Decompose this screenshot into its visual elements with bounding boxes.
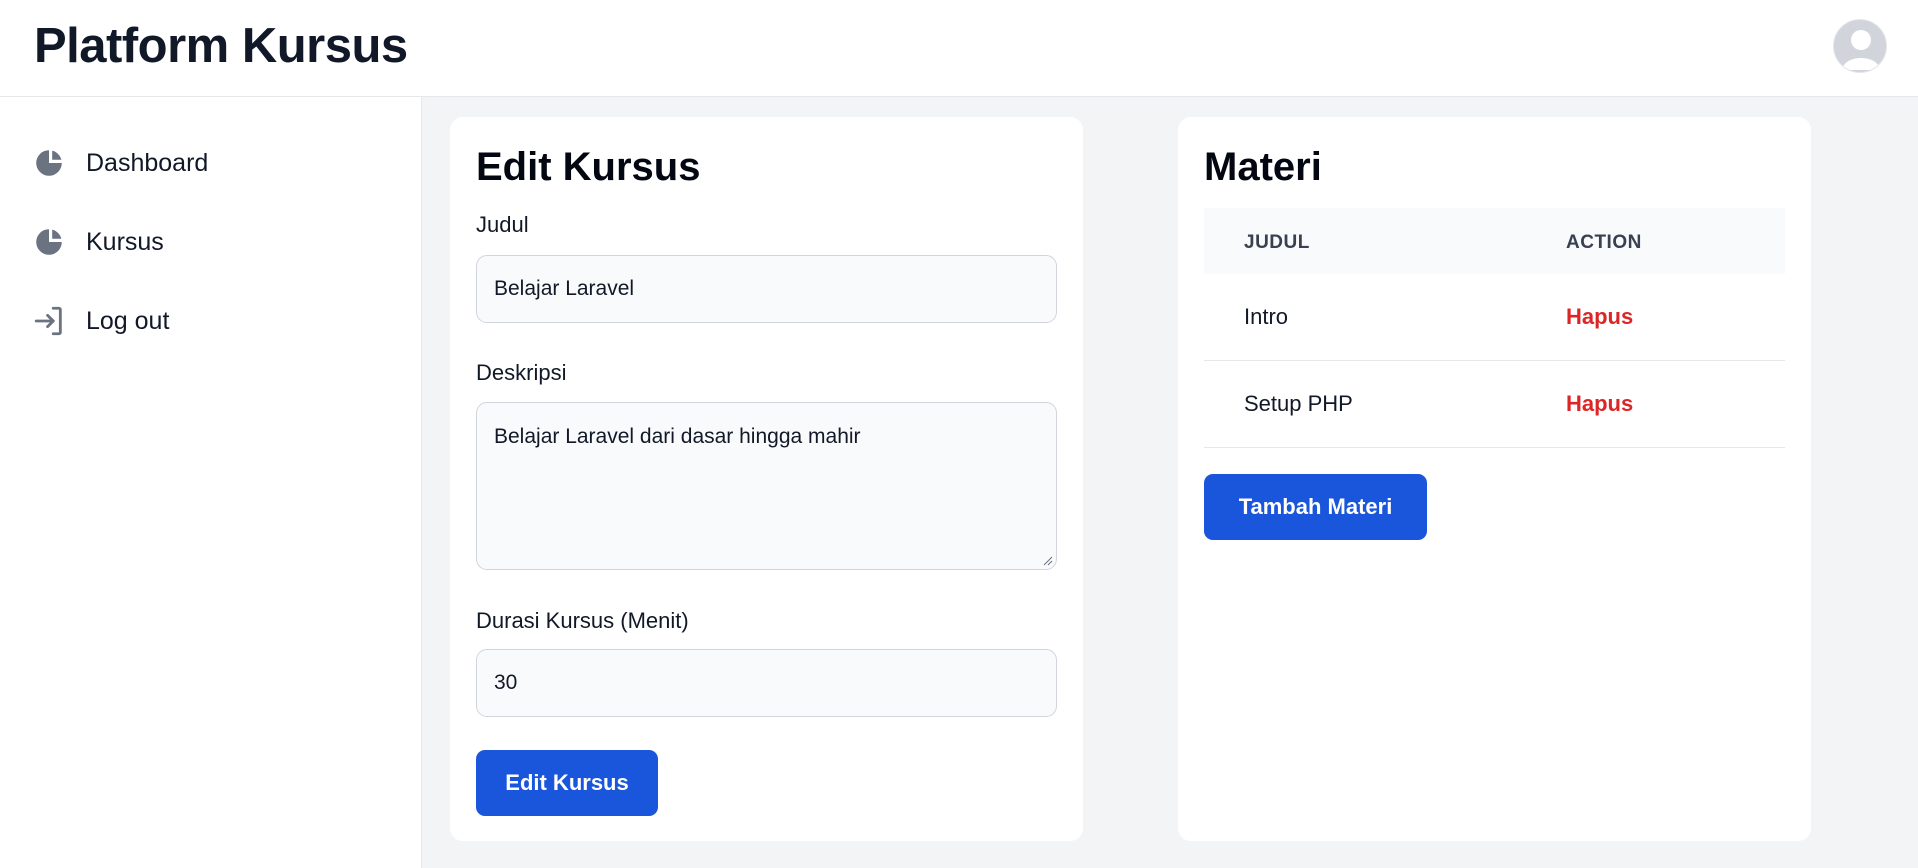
sidebar-item-dashboard[interactable]: Dashboard	[32, 141, 392, 185]
table-row: Setup PHP Hapus	[1204, 361, 1785, 448]
edit-course-card: Edit Kursus Judul Belajar Laravel Deskri…	[450, 117, 1083, 841]
materi-table-header: JUDUL ACTION	[1204, 208, 1785, 274]
column-header-judul: JUDUL	[1244, 232, 1310, 253]
sidebar-item-kursus[interactable]: Kursus	[32, 220, 392, 264]
delete-link[interactable]: Hapus	[1566, 391, 1633, 417]
brand-title[interactable]: Platform Kursus	[34, 18, 408, 74]
resize-handle-icon[interactable]	[1043, 556, 1053, 566]
judul-label: Judul	[476, 212, 529, 237]
sidebar-item-logout[interactable]: Log out	[32, 299, 392, 343]
sidebar-item-label: Kursus	[86, 227, 164, 256]
materi-judul-cell: Intro	[1244, 304, 1289, 329]
judul-input[interactable]: Belajar Laravel	[476, 255, 1057, 323]
logout-icon	[32, 304, 66, 338]
durasi-label: Durasi Kursus (Menit)	[476, 608, 689, 633]
top-navbar: Platform Kursus	[0, 0, 1918, 97]
edit-course-title: Edit Kursus	[476, 145, 701, 189]
durasi-input-value: 30	[494, 671, 518, 694]
sidebar-item-label: Dashboard	[86, 148, 209, 177]
column-header-action: ACTION	[1566, 232, 1642, 253]
deskripsi-label: Deskripsi	[476, 360, 567, 385]
add-materi-button[interactable]: Tambah Materi	[1204, 474, 1427, 540]
user-avatar[interactable]	[1833, 19, 1887, 73]
materi-card: Materi JUDUL ACTION Intro Hapus Setup PH…	[1178, 117, 1811, 841]
chart-pie-icon	[32, 146, 66, 180]
sidebar-item-label: Log out	[86, 306, 170, 335]
table-row: Intro Hapus	[1204, 274, 1785, 361]
edit-course-button[interactable]: Edit Kursus	[476, 750, 658, 816]
judul-input-value: Belajar Laravel	[494, 277, 635, 300]
avatar-icon	[1842, 30, 1880, 70]
materi-judul-cell: Setup PHP	[1244, 391, 1353, 416]
delete-link[interactable]: Hapus	[1566, 304, 1633, 330]
sidebar: Dashboard Kursus Log out	[0, 97, 422, 868]
deskripsi-textarea-value: Belajar Laravel dari dasar hingga mahir	[494, 425, 861, 448]
deskripsi-textarea[interactable]: Belajar Laravel dari dasar hingga mahir	[476, 402, 1057, 570]
chart-pie-icon	[32, 225, 66, 259]
durasi-input[interactable]: 30	[476, 649, 1057, 717]
materi-title: Materi	[1204, 145, 1322, 189]
